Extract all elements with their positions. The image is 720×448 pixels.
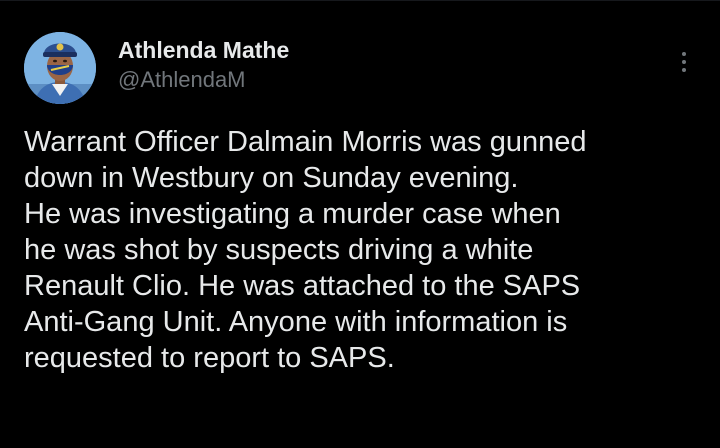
author-info: Athlenda Mathe @AthlendaM [118, 36, 289, 94]
tweet-text-line: requested to report to SAPS. [24, 342, 395, 374]
tweet-text-line: down in Westbury on Sunday evening. [24, 162, 519, 194]
display-name[interactable]: Athlenda Mathe [118, 36, 289, 64]
tweet-text-line: He was investigating a murder case when [24, 198, 561, 230]
tweet-text: Warrant Officer Dalmain Morris was gunne… [24, 124, 708, 376]
tweet-text-line: Warrant Officer Dalmain Morris was gunne… [24, 126, 587, 158]
tweet-text-line: he was shot by suspects driving a white [24, 234, 534, 266]
tweet-text-line: Renault Clio. He was attached to the SAP… [24, 270, 581, 302]
avatar-photo [24, 32, 96, 104]
user-handle[interactable]: @AthlendaM [118, 66, 289, 94]
more-vertical-icon [682, 52, 686, 56]
tweet-text-line: Anti-Gang Unit. Anyone with information … [24, 306, 568, 338]
more-options-button[interactable] [670, 44, 698, 80]
tweet[interactable]: Athlenda Mathe @AthlendaM Warrant Office… [0, 0, 720, 448]
avatar[interactable] [24, 32, 96, 104]
